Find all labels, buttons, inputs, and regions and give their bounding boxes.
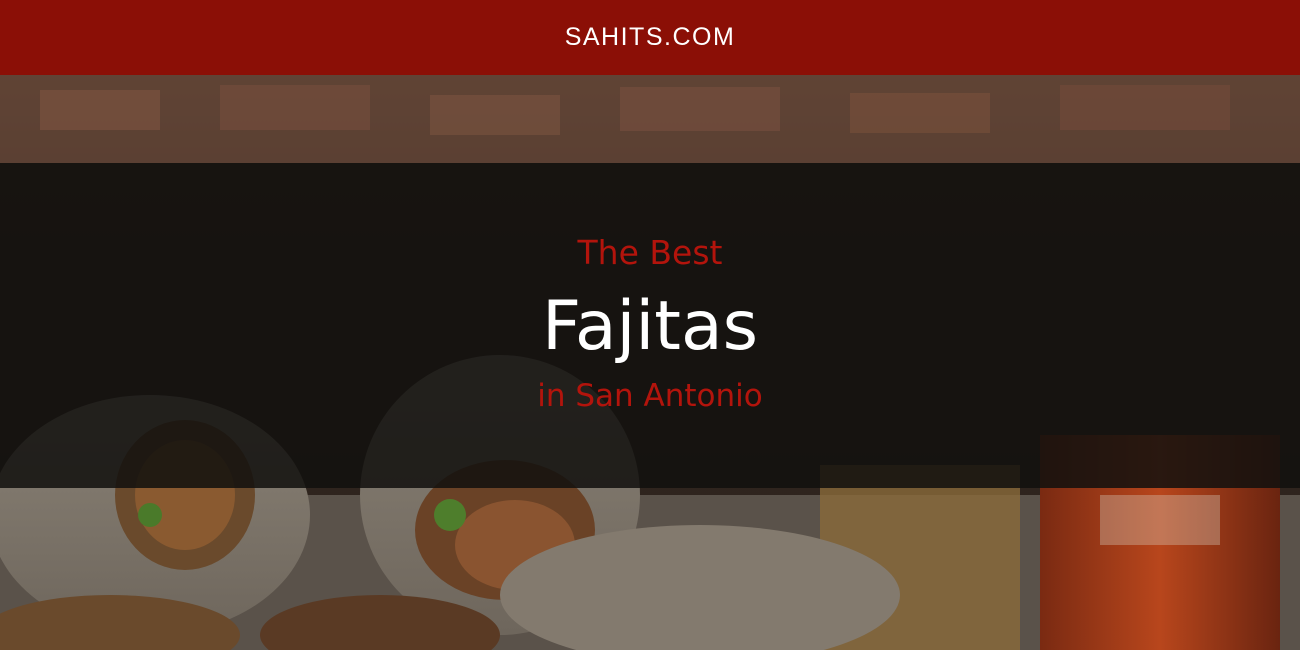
page-root: SAHITS.COM The Best Fajitas in San Anton… <box>0 0 1300 650</box>
kicker-text: The Best <box>577 233 723 272</box>
location-text: in San Antonio <box>537 378 763 414</box>
page-title: Fajitas <box>541 287 759 366</box>
site-name[interactable]: SAHITS.COM <box>565 23 736 52</box>
site-header: SAHITS.COM <box>0 0 1300 75</box>
